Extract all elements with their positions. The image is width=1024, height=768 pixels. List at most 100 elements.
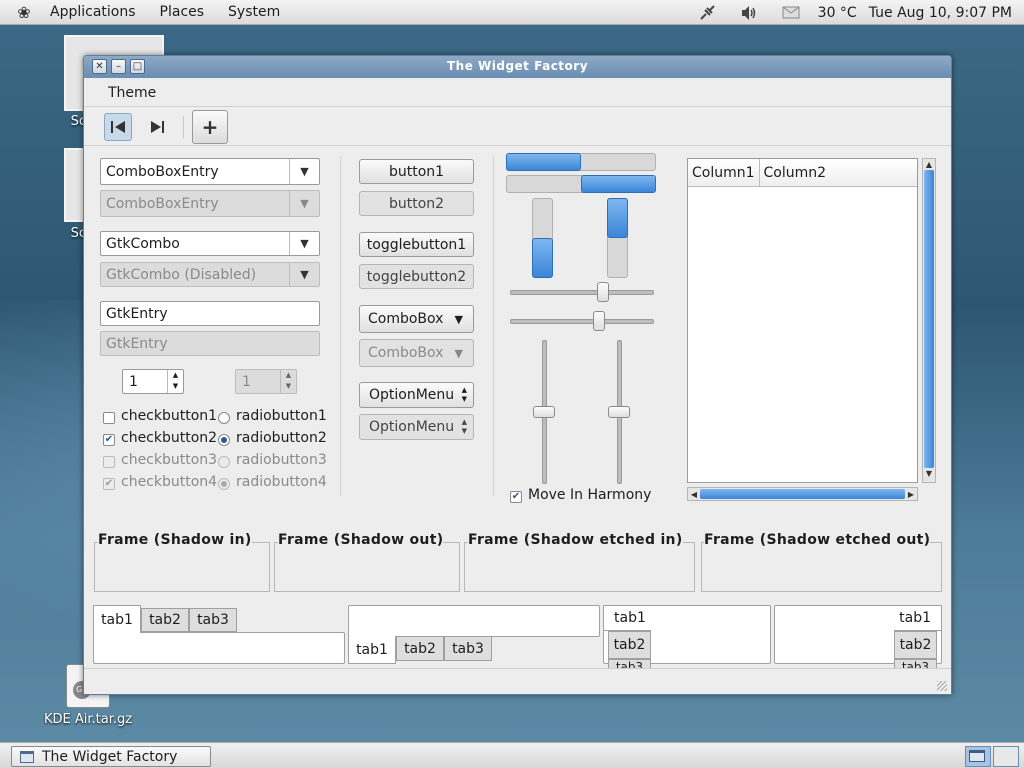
menu-places[interactable]: Places (148, 0, 217, 25)
scroll-down-icon[interactable]: ▼ (923, 468, 935, 479)
togglebutton1[interactable]: togglebutton1 (359, 232, 474, 257)
status-bar (84, 668, 951, 694)
frame-shadow-etched-out (701, 542, 942, 592)
frame-shadow-out (274, 542, 460, 592)
network-plug-icon[interactable] (696, 4, 718, 22)
spin-arrows-icon: ▲ ▼ (280, 370, 296, 393)
notebook-top-tab2[interactable]: tab2 (141, 608, 189, 632)
radiobutton1-label[interactable]: radiobutton1 (236, 408, 327, 424)
gtk-combo-text: GtkCombo (106, 235, 180, 252)
hscale-2-handle[interactable] (593, 311, 605, 331)
column-separator-1 (340, 156, 341, 496)
vprogress-2 (607, 198, 628, 278)
weather-temperature[interactable]: 30 °C (812, 5, 863, 21)
notebook-top-tab1[interactable]: tab1 (93, 605, 141, 633)
notebook-bottom-tab3[interactable]: tab3 (444, 636, 492, 661)
hscale-2-trough[interactable] (510, 319, 654, 324)
workspace-2[interactable] (993, 746, 1019, 767)
checkbutton2-label[interactable]: checkbutton2 (121, 430, 217, 446)
scroll-up-icon[interactable]: ▲ (923, 159, 935, 170)
option-menu-2[interactable]: OptionMenu ▲ ▼ (359, 414, 474, 440)
vertical-scrollbar-thumb[interactable] (924, 170, 934, 468)
combobox[interactable]: ComboBox ▼ (359, 305, 474, 333)
combobox-entry[interactable]: ComboBoxEntry ▼ (100, 158, 320, 185)
hscale-1-trough[interactable] (510, 290, 654, 295)
notebook-left-tab1[interactable]: tab1 (603, 605, 651, 631)
notebook-top-tab3[interactable]: tab3 (189, 608, 237, 632)
option-menu-2-text: OptionMenu (369, 419, 455, 435)
column2-header[interactable]: Column2 (760, 159, 831, 186)
scroll-right-icon[interactable]: ▶ (905, 489, 917, 500)
scroll-left-icon[interactable]: ◀ (688, 489, 700, 500)
goto-last-icon[interactable] (144, 113, 172, 141)
frame-shadow-etched-in (464, 542, 695, 592)
menu-theme[interactable]: Theme (108, 85, 156, 101)
gtk-combo[interactable]: GtkCombo ▼ (100, 231, 320, 256)
gtk-entry-text: GtkEntry (106, 305, 168, 322)
vscale-2-handle[interactable] (608, 406, 630, 418)
taskbar-button-widget-factory[interactable]: The Widget Factory (11, 746, 211, 767)
tree-header: Column1 Column2 (688, 159, 917, 187)
togglebutton2[interactable]: togglebutton2 (359, 264, 474, 289)
notebook-right-tab2[interactable]: tab2 (894, 631, 937, 659)
spin-button-1[interactable]: 1 ▲ ▼ (122, 369, 184, 394)
chevron-down-icon: ▼ (289, 191, 319, 216)
button1[interactable]: button1 (359, 159, 474, 184)
checkbutton1-box[interactable] (103, 412, 115, 424)
tree-view[interactable]: Column1 Column2 (687, 158, 918, 483)
add-icon[interactable]: + (192, 110, 228, 144)
menu-applications[interactable]: Applications (38, 0, 148, 25)
move-in-harmony-checkbox[interactable]: ✔ (510, 491, 522, 503)
menubar: Theme (84, 79, 951, 107)
checkbutton1-label[interactable]: checkbutton1 (121, 408, 217, 424)
notebook-bottom-tab2[interactable]: tab2 (396, 636, 444, 661)
updown-arrows-icon: ▲ ▼ (461, 418, 467, 435)
desktop-icon-label-archive[interactable]: KDE Air.tar.gz (44, 712, 136, 727)
desktop-screenshot-thumb-2[interactable] (64, 148, 84, 222)
goto-first-icon[interactable] (104, 113, 132, 141)
chevron-down-icon[interactable]: ▼ (289, 159, 319, 184)
vertical-scrollbar[interactable]: ▲ ▼ (922, 158, 936, 483)
spin-arrows-icon[interactable]: ▲ ▼ (167, 370, 183, 393)
window-titlebar[interactable]: ✕ – □ The Widget Factory (84, 56, 951, 78)
combobox-disabled: ComboBox ▼ (359, 339, 474, 367)
notebook-bottom-tab1[interactable]: tab1 (348, 636, 396, 664)
vprogress-2-fill (607, 198, 628, 238)
widget-factory-window: ✕ – □ The Widget Factory Theme + ComboBo… (83, 55, 952, 695)
mail-icon[interactable] (780, 4, 802, 22)
move-in-harmony-label[interactable]: Move In Harmony (528, 487, 651, 503)
horizontal-scrollbar-thumb[interactable] (700, 489, 905, 499)
window-icon (20, 750, 34, 763)
menu-system[interactable]: System (216, 0, 292, 25)
column1-header[interactable]: Column1 (688, 159, 760, 186)
checkbutton3-box (103, 456, 115, 468)
radiobutton3-circle (218, 456, 230, 468)
hscale-1-handle[interactable] (597, 282, 609, 302)
workspace-1[interactable] (965, 746, 991, 767)
notebook-top-panel (93, 632, 345, 664)
gtk-entry[interactable]: GtkEntry (100, 301, 320, 326)
chevron-down-icon[interactable]: ▼ (289, 232, 319, 255)
vscale-1-handle[interactable] (533, 406, 555, 418)
notebook-right-tab1[interactable]: tab1 (894, 605, 942, 631)
volume-icon[interactable] (738, 4, 760, 22)
radiobutton2-circle[interactable] (218, 434, 230, 446)
resize-grip-icon[interactable] (937, 681, 947, 691)
chevron-down-icon: ▼ (454, 312, 463, 326)
toolbar: + (84, 108, 951, 146)
combobox-entry-disabled: ComboBoxEntry ▼ (100, 190, 320, 217)
radiobutton4-circle (218, 478, 230, 490)
checkbutton2-box[interactable]: ✔ (103, 434, 115, 446)
option-menu-1[interactable]: OptionMenu ▲ ▼ (359, 382, 474, 408)
notebook-left-tab2[interactable]: tab2 (608, 631, 651, 659)
gtk-combo-disabled-text: GtkCombo (Disabled) (106, 266, 257, 283)
updown-arrows-icon: ▲ ▼ (461, 386, 467, 403)
notebook-bottom-panel (348, 605, 600, 637)
horizontal-scrollbar[interactable]: ◀ ▶ (687, 487, 918, 501)
clock[interactable]: Tue Aug 10, 9:07 PM (863, 5, 1018, 21)
gnome-foot-icon[interactable]: ❀ (14, 2, 34, 22)
radiobutton2-label[interactable]: radiobutton2 (236, 430, 327, 446)
frame-shadow-etched-in-label: Frame (Shadow etched in) (468, 532, 683, 548)
button2[interactable]: button2 (359, 191, 474, 216)
radiobutton1-circle[interactable] (218, 412, 230, 424)
